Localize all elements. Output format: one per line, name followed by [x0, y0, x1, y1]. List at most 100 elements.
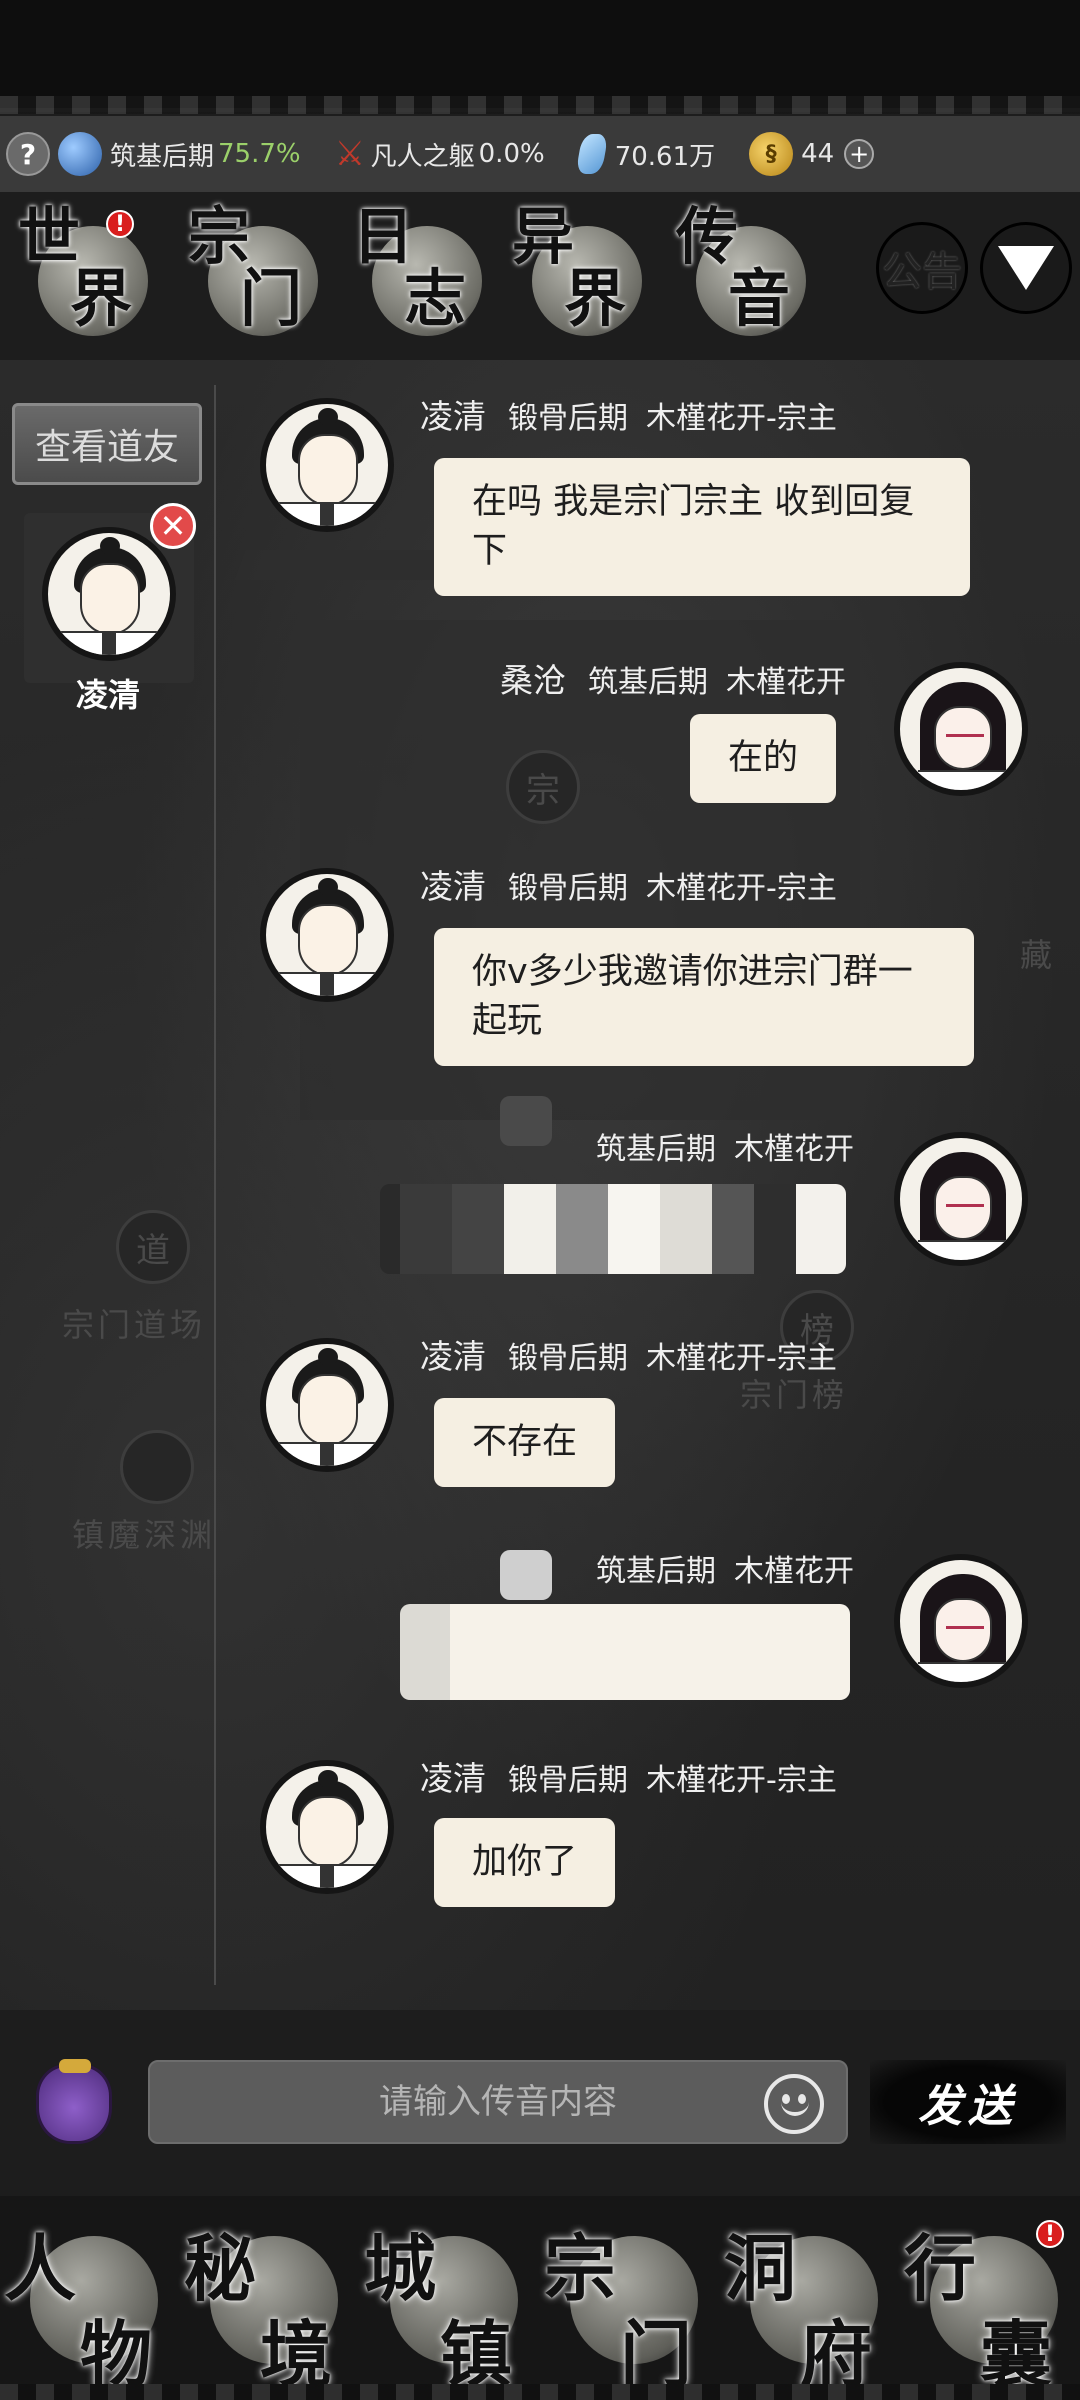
help-icon[interactable]: ? [6, 132, 50, 176]
face [80, 563, 140, 635]
coin-icon: § [749, 132, 794, 176]
input-bar: 发送 [0, 2040, 1080, 2170]
announcement-button[interactable]: 公告 [876, 222, 968, 314]
nav-town-button[interactable]: 城 镇 [360, 2206, 540, 2397]
avatar[interactable] [260, 1338, 394, 1472]
face [298, 1796, 358, 1868]
nav-bag-button[interactable]: 行 囊 ! [900, 2206, 1080, 2397]
nav-journal-button[interactable]: 日志 [352, 206, 492, 346]
avatar[interactable] [260, 1760, 394, 1894]
friend-list-pane: 查看道友 ✕ 凌清 [0, 385, 216, 1985]
sender-rank: 筑基后期 [596, 1554, 716, 1589]
message-meta: 凌清 锻骨后期 木槿花开-宗主 [420, 1752, 837, 1800]
spirit-stone-count: 70.61万 [614, 141, 716, 172]
nav-char: 城 [364, 2226, 437, 2311]
hair-bun [318, 1348, 338, 1366]
nav-char: 界 [70, 262, 132, 335]
nav-char: 日 [352, 200, 414, 273]
bottom-nav: 人 物 秘 境 城 镇 宗 门 洞 府 行 囊 ! [0, 2196, 1080, 2400]
avatar[interactable] [894, 1554, 1028, 1688]
sender-sect: 木槿花开 [726, 665, 846, 700]
message-input-box[interactable] [148, 2060, 848, 2144]
hair-bun [318, 878, 338, 896]
nav-char: 传 [676, 200, 738, 273]
realm-group: ? 筑基后期 75.7% [6, 132, 301, 176]
sender-name: 凌清 [420, 397, 486, 436]
nav-char: 宗 [544, 2226, 617, 2311]
sender-sect: 木槿花开-宗主 [646, 1763, 837, 1798]
pixel [712, 1184, 754, 1274]
sect-hall-marker: 宗 [506, 750, 580, 824]
message-meta: 凌清 锻骨后期 木槿花开-宗主 [420, 1330, 837, 1378]
collapse-button[interactable] [980, 222, 1072, 314]
hair-bun [100, 537, 120, 555]
sender-rank: 筑基后期 [588, 665, 708, 700]
pixel [400, 1604, 450, 1700]
notification-badge: ! [106, 210, 134, 238]
sender-sect: 木槿花开-宗主 [646, 1341, 837, 1376]
nav-otherworld-button[interactable]: 异界 [512, 206, 652, 346]
nav-character-button[interactable]: 人 物 [0, 2206, 180, 2397]
avatar[interactable] [260, 398, 394, 532]
message-bubble: 你v多少我邀请你进宗门群一起玩 [434, 928, 974, 1066]
avatar[interactable] [260, 868, 394, 1002]
library-label: 藏 [1020, 936, 1057, 974]
body-label: 凡人之躯 [370, 141, 475, 172]
close-icon[interactable]: ✕ [150, 503, 196, 549]
avatar [42, 527, 176, 661]
nav-char: 异 [512, 200, 574, 273]
spirit-stone-group: 70.61万 [575, 134, 716, 174]
top-decoration [0, 0, 1080, 114]
emoji-mouth [781, 2100, 809, 2116]
send-button[interactable]: 发送 [870, 2060, 1066, 2144]
sender-rank: 锻骨后期 [508, 1341, 628, 1376]
nav-char: 秘 [184, 2226, 257, 2311]
sender-sect: 木槿花开 [734, 1554, 854, 1589]
message-meta: 筑基后期 木槿花开 [596, 1124, 854, 1168]
nav-char: 世 [18, 200, 80, 273]
sender-rank: 筑基后期 [596, 1132, 716, 1167]
nav-char: 界 [564, 262, 626, 335]
pixel [500, 1096, 552, 1146]
nav-secret-realm-button[interactable]: 秘 境 [180, 2206, 360, 2397]
realm-label: 筑基后期 [110, 141, 215, 172]
add-coin-icon[interactable]: + [844, 139, 875, 169]
avatar[interactable] [894, 662, 1028, 796]
nav-char: 人 [4, 2226, 77, 2311]
view-friends-button[interactable]: 查看道友 [12, 403, 202, 485]
avatar[interactable] [894, 1132, 1028, 1266]
nav-world-button[interactable]: 世界 ! [18, 206, 158, 346]
wave-border [0, 2384, 1080, 2400]
sender-sect: 木槿花开-宗主 [646, 871, 837, 906]
nav-char: 宗 [188, 200, 250, 273]
hair-bun [318, 1770, 338, 1788]
sender-rank: 锻骨后期 [508, 1763, 628, 1798]
pouch-icon[interactable] [36, 2059, 112, 2144]
sender-rank: 锻骨后期 [508, 871, 628, 906]
nav-sect-bottom-button[interactable]: 宗 门 [540, 2206, 720, 2397]
redacted-name-block [500, 1550, 552, 1600]
message-bubble: 在的 [690, 714, 837, 803]
redacted-message-bubble [400, 1604, 850, 1700]
sender-sect: 木槿花开-宗主 [646, 401, 837, 436]
top-nav: 世界 ! 宗门 日志 异界 传音 公告 [0, 192, 1080, 360]
robe [58, 631, 162, 655]
announcement-char: 公 [882, 249, 922, 295]
nav-char: 行 [904, 2226, 977, 2311]
nav-message-button[interactable]: 传音 [676, 206, 816, 346]
spirit-stone-icon [575, 134, 609, 174]
face [298, 1374, 358, 1446]
message-input[interactable] [238, 2082, 758, 2122]
message-bubble: 加你了 [434, 1818, 616, 1907]
body-group: ⚔ 凡人之躯 0.0% [335, 134, 545, 174]
emoji-icon[interactable] [764, 2074, 824, 2134]
face [934, 706, 992, 770]
pixel [500, 1550, 552, 1600]
body-progress: 0.0% [478, 139, 545, 169]
message-bubble: 不存在 [434, 1398, 616, 1487]
nav-sect-button[interactable]: 宗门 [188, 206, 328, 346]
nav-char: 门 [240, 262, 302, 335]
status-bar: ? 筑基后期 75.7% ⚔ 凡人之躯 0.0% 70.61万 § 44 + [0, 116, 1080, 192]
nav-cave-button[interactable]: 洞 府 [720, 2206, 900, 2397]
pixel [452, 1184, 504, 1274]
